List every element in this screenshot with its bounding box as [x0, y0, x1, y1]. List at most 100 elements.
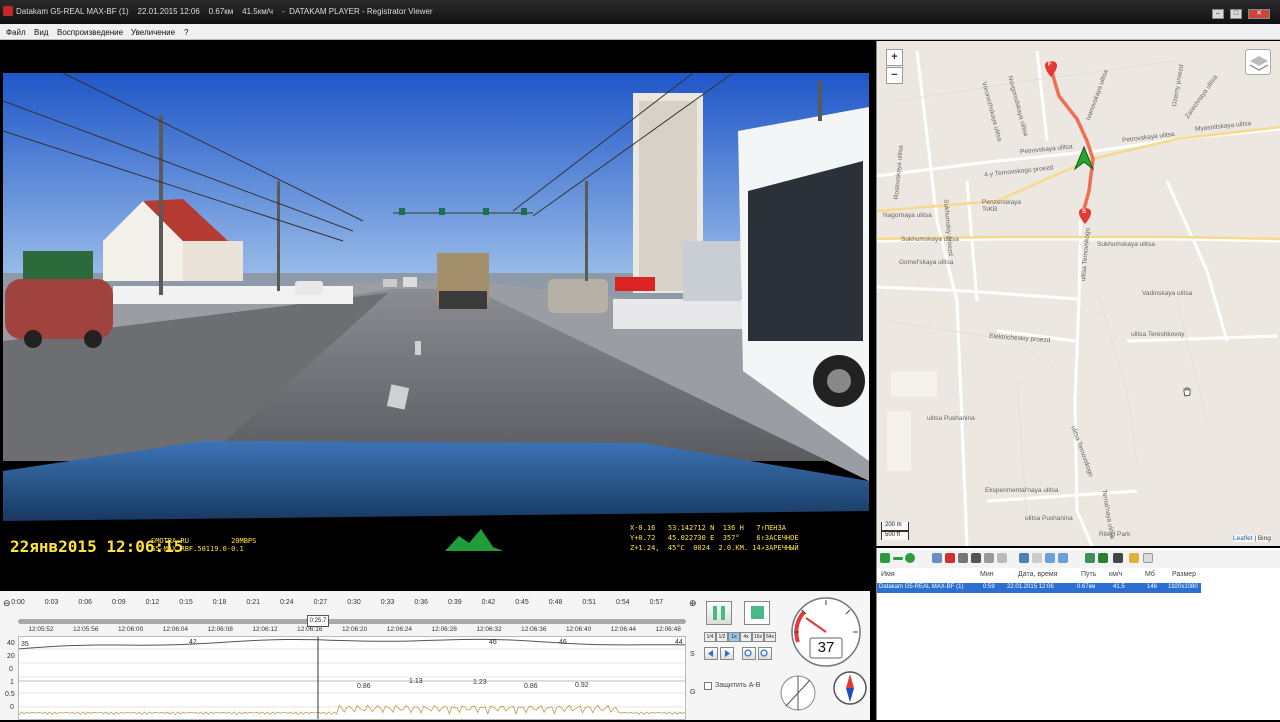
next-frame-button[interactable] [720, 647, 734, 660]
timeline-tick: 0:24 [279, 599, 294, 606]
speed-data-label: 42 [189, 639, 197, 646]
col-size[interactable]: Размер [1172, 571, 1196, 578]
copy-icon[interactable] [932, 553, 942, 563]
timeline-track[interactable] [18, 619, 686, 624]
map-poi-label: Penzenskaya TsKB [982, 199, 1022, 213]
save-icon[interactable] [958, 553, 968, 563]
screenshot-icon[interactable] [1019, 553, 1029, 563]
maximize-button[interactable]: □ [1230, 9, 1242, 19]
map-zoom-out-button[interactable]: − [886, 67, 903, 84]
gforce-data-label: 1.13 [409, 678, 423, 685]
close-button[interactable]: ✕ [1248, 9, 1270, 19]
map-scale: 200 m 500 ft [881, 522, 909, 540]
magnifier-minus-icon [760, 649, 768, 657]
timeline-tick: 0:12 [145, 599, 160, 606]
document-icon[interactable] [1143, 553, 1153, 563]
video-frame[interactable] [3, 41, 869, 591]
pause-button[interactable] [706, 601, 732, 625]
col-path[interactable]: Путь [1081, 571, 1096, 578]
speed-data-label: 44 [675, 639, 683, 646]
speed-ytick: 40 [7, 640, 15, 647]
chevron-left-icon [708, 650, 713, 657]
gforce-ytick: 0 [10, 704, 14, 711]
rate-half-button[interactable]: 1/2 [716, 632, 728, 642]
menu-view[interactable]: Вид [34, 28, 48, 37]
menu-help[interactable]: ? [184, 28, 188, 37]
timeline-tick: 0:36 [414, 599, 428, 606]
scale-feet: 500 ft [881, 531, 909, 540]
speed-data-label: 46 [489, 639, 497, 646]
col-min[interactable]: Мин [980, 571, 994, 578]
clock-tick: 12:06:48 [655, 626, 681, 633]
menu-zoom[interactable]: Увеличение [131, 28, 175, 37]
zoom-out-video-button[interactable] [758, 647, 772, 660]
menu-file[interactable]: Файл [6, 28, 26, 37]
rate-16x-button[interactable]: 16x [752, 632, 764, 642]
timeline-tick: 0:39 [447, 599, 462, 606]
map-tiles [877, 41, 1280, 546]
remove-icon[interactable] [893, 557, 903, 560]
menu-playback[interactable]: Воспроизведение [57, 28, 123, 37]
gauge-panel: 37 [780, 596, 870, 720]
export-icon[interactable] [984, 553, 994, 563]
map-marker-finish[interactable]: F [1048, 62, 1052, 68]
menu-bar: Файл Вид Воспроизведение Увеличение ? [0, 24, 1280, 40]
timeline-zoom-out-icon[interactable]: ⊖ [3, 598, 11, 609]
film-icon[interactable] [1113, 553, 1123, 563]
gforce-data-label: 0.86 [524, 683, 538, 690]
file-size: 1920x1080 [1168, 584, 1198, 590]
folder-icon[interactable] [1129, 553, 1139, 563]
camera-icon[interactable] [971, 553, 981, 563]
col-datetime[interactable]: Дата, время [1018, 571, 1058, 578]
clock-tick: 12:06:00 [117, 626, 144, 633]
osd-device-info: SMOTRA.RU 20MBPS G5-MAX RBF.50119.0-0.1 [151, 537, 257, 553]
route-icon[interactable] [1058, 553, 1068, 563]
globe-icon[interactable] [1045, 553, 1055, 563]
dashcam-scene [3, 41, 869, 591]
col-speed[interactable]: км/ч [1109, 571, 1122, 578]
pause-icon [713, 606, 725, 620]
delete-icon[interactable] [945, 553, 955, 563]
file-name: Datakam G5-REAL MAX-BF (1) [879, 584, 964, 590]
filter-icon[interactable] [1098, 553, 1108, 563]
settings-icon[interactable] [997, 553, 1007, 563]
map-layers-button[interactable] [1245, 49, 1271, 75]
rate-4x-button[interactable]: 4x [740, 632, 752, 642]
timeline-tick: 0:09 [111, 599, 126, 606]
telemetry-chart-svg: 35 42 46 46 44 0.86 1.13 1.23 0.86 0.92 [18, 637, 686, 719]
leaflet-link[interactable]: Leaflet [1233, 535, 1253, 542]
clock-tick: 12:06:04 [162, 626, 189, 633]
zoom-in-video-button[interactable] [742, 647, 756, 660]
stop-icon [751, 606, 764, 619]
file-datetime: 22.01.2015 12:06 [1007, 584, 1054, 590]
timeline-tick: 0:21 [246, 599, 260, 606]
rate-1x-button[interactable]: 1x [728, 632, 740, 642]
telemetry-chart[interactable]: 35 42 46 46 44 0.86 1.13 1.23 0.86 0.92 [18, 636, 686, 720]
speed-ytick: 0 [9, 666, 13, 673]
frame-icon[interactable] [1032, 553, 1042, 563]
add-icon[interactable] [880, 553, 890, 563]
map-marker-start[interactable]: S [1082, 209, 1086, 215]
timeline-tick: 0:48 [548, 599, 563, 606]
stop-button[interactable] [744, 601, 770, 625]
rate-quarter-button[interactable]: 1/4 [704, 632, 716, 642]
col-mb[interactable]: Мб [1145, 571, 1155, 578]
map-street-label: Nagornaya ulitsa [883, 212, 932, 219]
timeline-tick: 0:51 [582, 599, 596, 606]
col-name[interactable]: Имя [881, 571, 895, 578]
clock-tick: 12:06:36 [521, 626, 547, 633]
minimize-button[interactable]: – [1212, 9, 1224, 19]
rate-64x-button[interactable]: 64x [764, 632, 776, 642]
protect-ab-checkbox[interactable] [704, 682, 712, 690]
file-row[interactable]: Datakam G5-REAL MAX-BF (1) 0:59 22.01.20… [877, 583, 1201, 593]
map-street-label: Gomel'skaya ulitsa [899, 259, 954, 266]
file-min: 0:59 [983, 584, 995, 590]
timeline-tick: 0:30 [347, 599, 361, 606]
map-zoom-in-button[interactable]: + [886, 49, 903, 66]
prev-frame-button[interactable] [704, 647, 718, 660]
map-view[interactable]: F S Petrovskaya ulitsa Petrovskaya ulits… [876, 41, 1280, 546]
chart-icon[interactable] [1085, 553, 1095, 563]
clock-tick: 12:06:24 [386, 626, 413, 633]
timeline-tick: 0:57 [649, 599, 664, 606]
refresh-icon[interactable] [905, 553, 915, 563]
